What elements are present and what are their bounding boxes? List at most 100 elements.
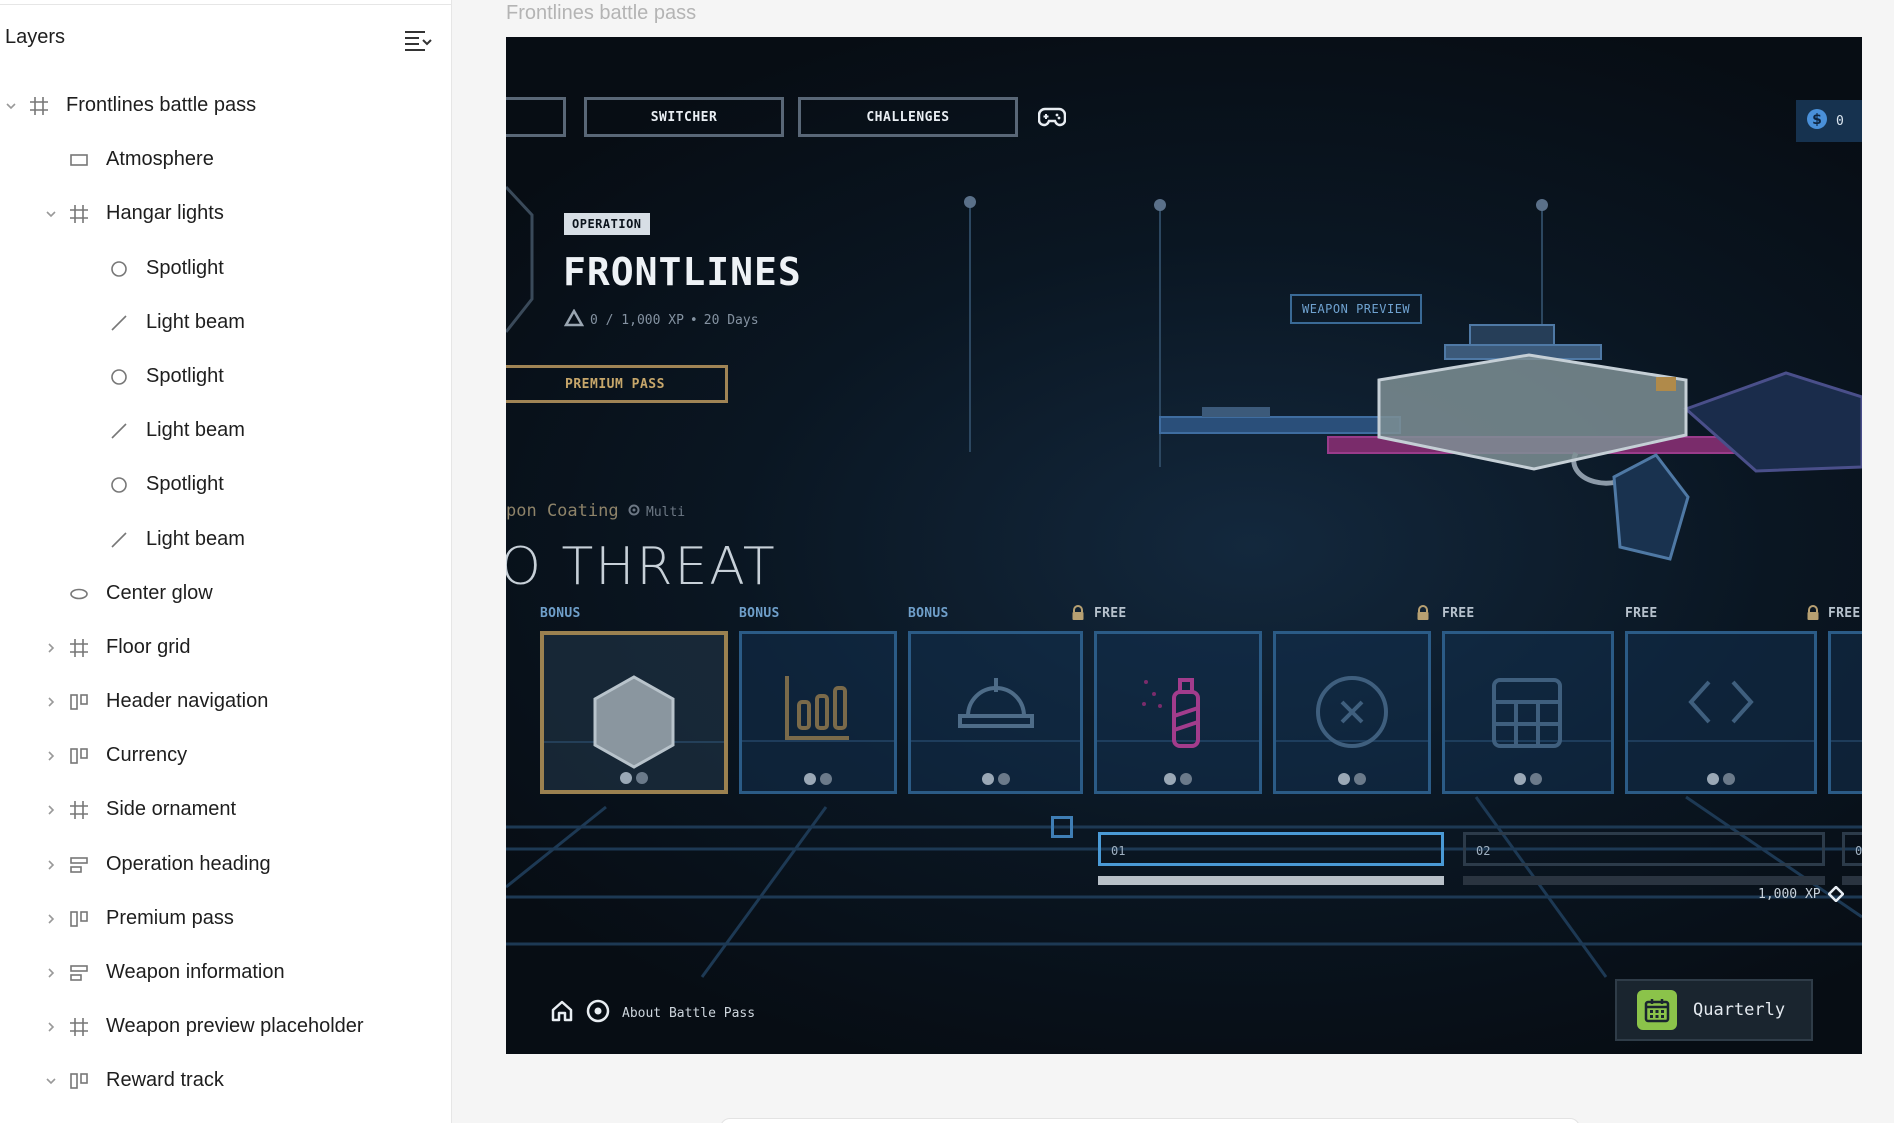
auto-layout-horizontal-icon: [68, 691, 90, 713]
layer-name: Spotlight: [146, 256, 224, 279]
reward-card[interactable]: [540, 631, 728, 794]
nav-tab-challenges[interactable]: CHALLENGES: [798, 97, 1018, 137]
auto-layout-horizontal-icon: [68, 1070, 90, 1092]
layer-row[interactable]: Spotlight: [0, 350, 452, 404]
layer-row[interactable]: Weapon information: [0, 946, 452, 1000]
controller-icon[interactable]: [1037, 106, 1067, 128]
chevron-down-icon[interactable]: [44, 207, 58, 221]
auto-layout-vertical-icon: [68, 962, 90, 984]
chevron-right-icon[interactable]: [44, 695, 58, 709]
weapon-multi-label: Multi: [646, 504, 686, 520]
reward-variant-dots[interactable]: [1097, 773, 1259, 785]
layer-row[interactable]: Operation heading: [0, 838, 452, 892]
layer-row[interactable]: Currency: [0, 729, 452, 783]
reward-variant-dots[interactable]: [911, 773, 1080, 785]
layer-row[interactable]: Light beam: [0, 404, 452, 458]
chevron-right-icon[interactable]: [44, 803, 58, 817]
chevron-right-icon[interactable]: [44, 912, 58, 926]
layer-name: Reward track: [106, 1069, 224, 1092]
premium-pass-button[interactable]: PREMIUM PASS: [506, 365, 728, 403]
weapon-preview-tag[interactable]: WEAPON PREVIEW: [1290, 294, 1423, 324]
reward-tier-label: FREE: [1442, 606, 1475, 621]
layer-row[interactable]: Center glow: [0, 567, 452, 621]
quarterly-label: Quarterly: [1693, 1000, 1786, 1020]
layer-row[interactable]: Header navigation: [0, 675, 452, 729]
home-icon[interactable]: [550, 999, 574, 1028]
layer-name: Currency: [106, 744, 188, 767]
frame-icon: [68, 799, 90, 821]
reward-card[interactable]: [1625, 631, 1817, 794]
layer-row[interactable]: Light beam: [0, 513, 452, 567]
battle-pass-frame[interactable]: SWITCHER CHALLENGES $ 0 OPERATION FRONTL…: [506, 37, 1862, 1054]
level-segment[interactable]: 0: [1842, 832, 1862, 866]
reward-tier-label: FREE: [1094, 606, 1127, 621]
layer-row[interactable]: Side ornament: [0, 783, 452, 837]
floor-grid: [506, 795, 1862, 978]
layer-name: Weapon preview placeholder: [106, 1015, 364, 1038]
xp-total: 1,000 XP: [1758, 887, 1821, 902]
layer-name: Floor grid: [106, 635, 191, 658]
frame-label[interactable]: Frontlines battle pass: [506, 2, 696, 25]
chevron-right-icon[interactable]: [44, 1020, 58, 1034]
operation-meta: 0 / 1,000 XP • 20 Days: [563, 308, 759, 331]
quarterly-button[interactable]: Quarterly: [1615, 979, 1813, 1041]
layers-menu-icon[interactable]: [403, 28, 433, 52]
layer-row[interactable]: Hangar lights: [0, 187, 452, 241]
layer-row[interactable]: Floor grid: [0, 621, 452, 675]
reward-variant-dots[interactable]: [544, 772, 724, 784]
layer-name: Weapon information: [106, 961, 285, 983]
reward-variant-dots[interactable]: [1628, 773, 1814, 785]
target-circle-icon[interactable]: [586, 999, 610, 1028]
frame-icon: [68, 203, 90, 225]
layer-row[interactable]: Weapon preview placeholder: [0, 1000, 452, 1054]
level-segment[interactable]: 01: [1098, 832, 1444, 866]
reward-card[interactable]: [1442, 631, 1614, 794]
line-icon: [108, 529, 130, 551]
weapon-multi: Multi: [628, 504, 685, 520]
reward-variant-dots[interactable]: [1445, 773, 1611, 785]
chevron-right-icon[interactable]: [44, 749, 58, 763]
ellipse-icon: [108, 366, 130, 388]
layer-name: Atmosphere: [106, 148, 214, 171]
layer-row[interactable]: Spotlight: [0, 242, 452, 296]
layer-name: Light beam: [146, 310, 245, 333]
reward-tier-label: FREE: [1828, 606, 1861, 621]
layer-name: Light beam: [146, 419, 245, 442]
reward-card[interactable]: [1828, 631, 1862, 794]
chevron-right-icon[interactable]: [44, 641, 58, 655]
nav-tab-switcher[interactable]: SWITCHER: [584, 97, 784, 137]
level-segment[interactable]: 02: [1463, 832, 1825, 866]
chevron-down-icon[interactable]: [4, 99, 18, 113]
layer-name: Frontlines battle pass: [66, 94, 257, 116]
layer-row[interactable]: Light beam: [0, 296, 452, 350]
reward-variant-dots[interactable]: [1276, 773, 1428, 785]
chevron-down-icon[interactable]: [44, 1074, 58, 1088]
currency-value: 0: [1836, 113, 1844, 129]
ellipse-icon: [108, 258, 130, 280]
layer-row[interactable]: Premium pass: [0, 892, 452, 946]
level-progress-bar: [1463, 876, 1825, 885]
reward-card[interactable]: [908, 631, 1083, 794]
layer-row[interactable]: Atmosphere: [0, 133, 452, 187]
operation-days: 20 Days: [703, 312, 759, 328]
about-battle-pass-link[interactable]: About Battle Pass: [622, 1006, 755, 1021]
weapon-preview-placeholder: [1159, 324, 1862, 561]
level-progress-bar: [1098, 876, 1444, 885]
layer-row[interactable]: Spotlight: [0, 458, 452, 512]
layer-name: Operation heading: [106, 852, 271, 875]
triangle-icon: [563, 308, 585, 331]
layer-row[interactable]: Frontlines battle pass: [0, 79, 452, 133]
panel-top-divider: [0, 0, 452, 5]
layer-name: Light beam: [146, 527, 245, 550]
reward-card[interactable]: [1273, 631, 1431, 794]
chevron-right-icon[interactable]: [44, 966, 58, 980]
reward-tier-label: FREE: [1625, 606, 1658, 621]
chevron-right-icon[interactable]: [44, 858, 58, 872]
currency-badge[interactable]: $ 0: [1796, 100, 1862, 142]
canvas-bottom-card: [720, 1118, 1580, 1123]
layer-row[interactable]: Reward track: [0, 1054, 452, 1108]
reward-variant-dots[interactable]: [742, 773, 894, 785]
nav-tab-partial[interactable]: [506, 97, 566, 137]
reward-card[interactable]: [739, 631, 897, 794]
reward-card[interactable]: [1094, 631, 1262, 794]
